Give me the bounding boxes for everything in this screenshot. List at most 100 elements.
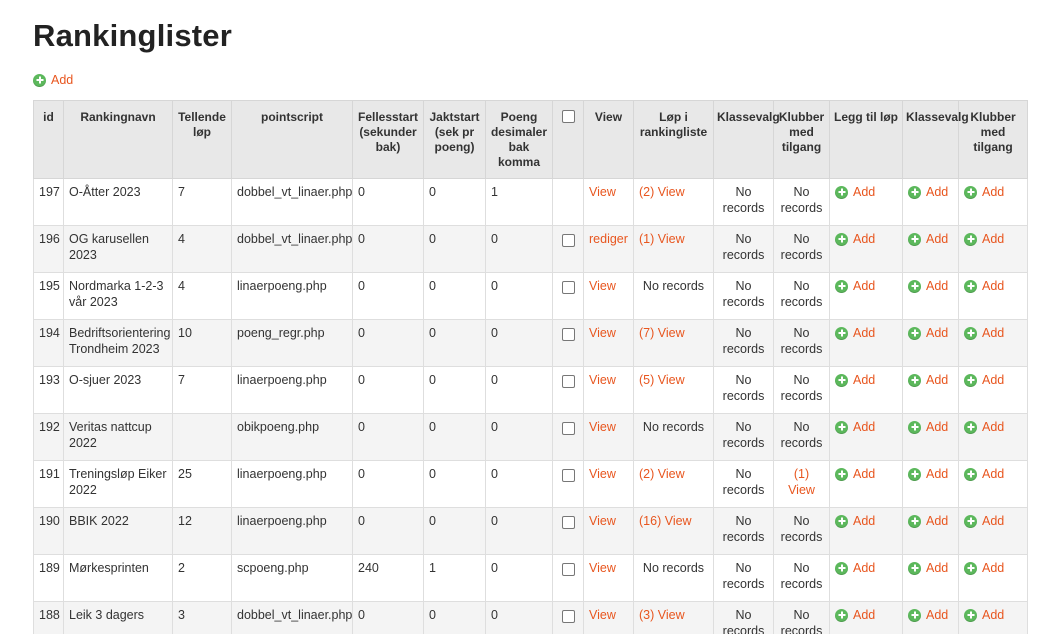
- row-add-class-button-cell: Add: [902, 413, 959, 461]
- col-mass-start[interactable]: Fellesstart (sekunder bak): [352, 100, 424, 179]
- add-club-button[interactable]: Add: [964, 607, 1004, 623]
- row-name: Veritas nattcup 2022: [63, 413, 173, 461]
- add-label: Add: [853, 467, 876, 481]
- col-counting[interactable]: Tellende løp: [172, 100, 232, 179]
- add-label: Add: [982, 608, 1005, 622]
- col-class-select-2[interactable]: Klassevalg: [902, 100, 969, 179]
- add-label: Add: [926, 232, 949, 246]
- row-class-select: No records: [713, 178, 774, 226]
- add-race-button[interactable]: Add: [835, 466, 875, 482]
- add-class-button[interactable]: Add: [908, 466, 948, 482]
- table-row: 194 Bedriftsorientering Trondheim 2023 10 p…: [33, 319, 1028, 367]
- add-label: Add: [982, 326, 1005, 340]
- row-counting: 7: [172, 366, 232, 414]
- row-counting: [172, 413, 232, 461]
- row-select-checkbox[interactable]: [561, 328, 575, 341]
- col-name[interactable]: Rankingnavn: [63, 100, 173, 179]
- row-add-race-button-cell: Add: [829, 225, 903, 273]
- select-all-checkbox[interactable]: [561, 110, 575, 123]
- races-view-link[interactable]: (7) View: [639, 326, 685, 340]
- add-club-button[interactable]: Add: [964, 278, 1004, 294]
- add-club-button[interactable]: Add: [964, 231, 1004, 247]
- add-class-button[interactable]: Add: [908, 231, 948, 247]
- row-select-checkbox[interactable]: [561, 281, 575, 294]
- row-name: Treningsløp Eiker 2022: [63, 460, 173, 508]
- add-race-button[interactable]: Add: [835, 372, 875, 388]
- view-link[interactable]: View: [589, 326, 616, 340]
- row-counting: 12: [172, 507, 232, 555]
- col-races[interactable]: Løp i rankingliste: [633, 100, 714, 179]
- row-add-club-button-cell: Add: [958, 460, 1028, 508]
- view-link[interactable]: View: [589, 467, 616, 481]
- add-class-button[interactable]: Add: [908, 419, 948, 435]
- col-pointscript[interactable]: pointscript: [231, 100, 353, 179]
- clubs-view-link[interactable]: (1) View: [788, 467, 815, 497]
- col-add-race[interactable]: Legg til løp: [829, 100, 903, 179]
- add-race-button[interactable]: Add: [835, 560, 875, 576]
- row-select-checkbox[interactable]: [561, 469, 575, 482]
- row-decimals: 0: [485, 601, 553, 634]
- row-chase-start: 0: [423, 460, 486, 508]
- view-link[interactable]: View: [589, 279, 616, 293]
- plus-circle-icon: [908, 373, 921, 387]
- col-clubs[interactable]: Klubber med tilgang: [773, 100, 830, 179]
- row-select-checkbox[interactable]: [561, 375, 575, 388]
- row-class-select: No records: [713, 601, 774, 634]
- races-view-link[interactable]: (1) View: [639, 232, 685, 246]
- add-class-button[interactable]: Add: [908, 560, 948, 576]
- add-class-button[interactable]: Add: [908, 278, 948, 294]
- col-chase-start[interactable]: Jaktstart (sek pr poeng): [423, 100, 486, 179]
- add-class-button[interactable]: Add: [908, 325, 948, 341]
- row-select-cell: [552, 366, 584, 414]
- add-club-button[interactable]: Add: [964, 419, 1004, 435]
- row-select-cell: [552, 225, 584, 273]
- add-club-button[interactable]: Add: [964, 372, 1004, 388]
- add-race-button[interactable]: Add: [835, 419, 875, 435]
- row-class-select: No records: [713, 366, 774, 414]
- row-add-club-button-cell: Add: [958, 601, 1028, 634]
- row-select-checkbox[interactable]: [561, 516, 575, 529]
- add-class-button[interactable]: Add: [908, 607, 948, 623]
- add-race-button[interactable]: Add: [835, 607, 875, 623]
- add-club-button[interactable]: Add: [964, 325, 1004, 341]
- view-link[interactable]: View: [589, 514, 616, 528]
- add-class-button[interactable]: Add: [908, 184, 948, 200]
- races-view-link[interactable]: (2) View: [639, 185, 685, 199]
- col-id[interactable]: id: [33, 100, 64, 179]
- view-link[interactable]: View: [589, 185, 616, 199]
- add-ranking-button[interactable]: Add: [33, 73, 73, 87]
- col-clubs-2[interactable]: Klubber med tilgang: [958, 100, 1028, 179]
- col-class-select[interactable]: Klassevalg: [713, 100, 780, 179]
- add-club-button[interactable]: Add: [964, 466, 1004, 482]
- row-select-checkbox[interactable]: [561, 422, 575, 435]
- add-race-button[interactable]: Add: [835, 325, 875, 341]
- add-race-button[interactable]: Add: [835, 231, 875, 247]
- add-class-button[interactable]: Add: [908, 372, 948, 388]
- races-view-link[interactable]: (5) View: [639, 373, 685, 387]
- view-link[interactable]: View: [589, 373, 616, 387]
- plus-circle-icon: [908, 467, 921, 481]
- add-club-button[interactable]: Add: [964, 184, 1004, 200]
- view-link[interactable]: View: [589, 420, 616, 434]
- races-view-link[interactable]: (3) View: [639, 608, 685, 622]
- row-select-checkbox[interactable]: [561, 563, 575, 576]
- row-add-race-button-cell: Add: [829, 272, 903, 320]
- add-class-button[interactable]: Add: [908, 513, 948, 529]
- col-view[interactable]: View: [583, 100, 634, 179]
- row-counting: 3: [172, 601, 232, 634]
- add-race-button[interactable]: Add: [835, 184, 875, 200]
- row-select-checkbox[interactable]: [561, 610, 575, 623]
- row-decimals: 0: [485, 413, 553, 461]
- add-race-button[interactable]: Add: [835, 513, 875, 529]
- col-decimals[interactable]: Poeng desimaler bak komma: [485, 100, 553, 179]
- add-club-button[interactable]: Add: [964, 560, 1004, 576]
- add-club-button[interactable]: Add: [964, 513, 1004, 529]
- races-view-link[interactable]: (2) View: [639, 467, 685, 481]
- view-link[interactable]: View: [589, 561, 616, 575]
- races-view-link[interactable]: (16) View: [639, 514, 692, 528]
- view-link[interactable]: View: [589, 608, 616, 622]
- row-add-club-button-cell: Add: [958, 225, 1028, 273]
- view-link[interactable]: rediger: [589, 232, 628, 246]
- add-race-button[interactable]: Add: [835, 278, 875, 294]
- row-select-checkbox[interactable]: [561, 234, 575, 247]
